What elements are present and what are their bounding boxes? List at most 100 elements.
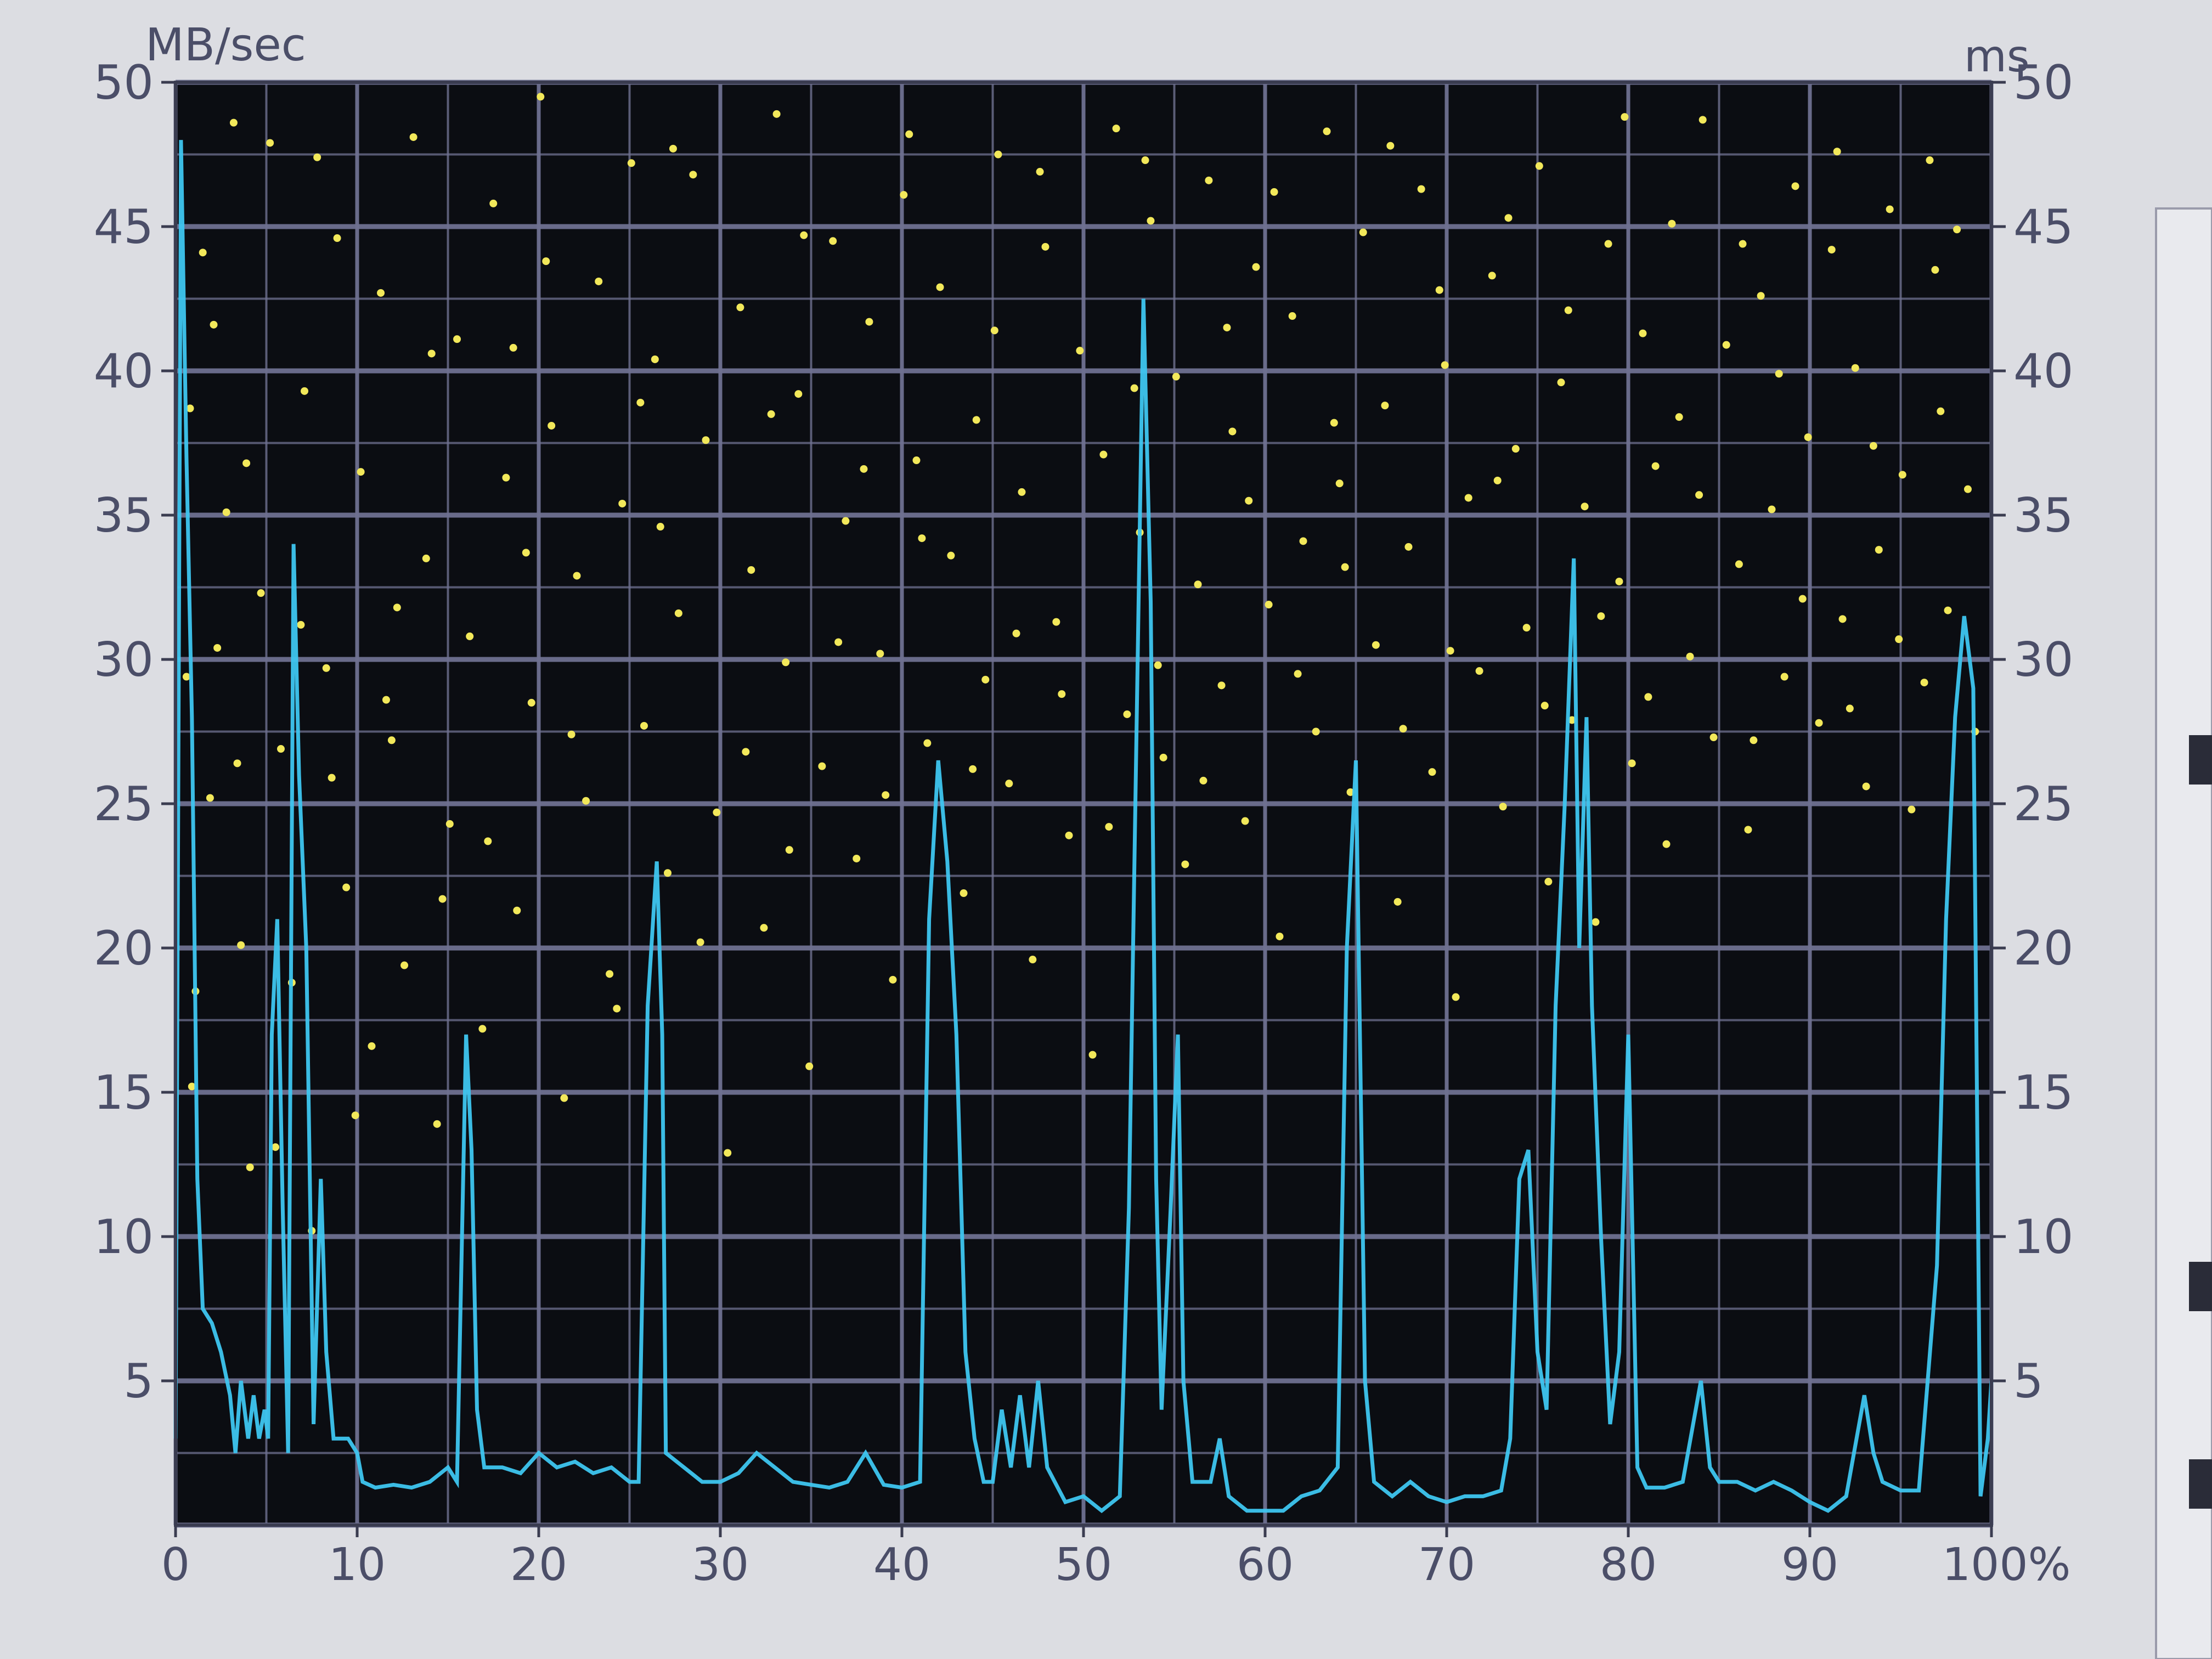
access-time-point-10 (276, 745, 285, 753)
access-time-point-155 (1963, 485, 1972, 493)
access-time-point-164 (393, 603, 401, 612)
access-time-point-227 (1739, 240, 1747, 248)
legend-swatch-1 (2189, 735, 2212, 785)
access-time-point-190 (1597, 612, 1605, 620)
y-left-tick-label-3: 20 (94, 921, 154, 976)
access-time-point-128 (1651, 462, 1660, 470)
access-time-point-31 (513, 906, 521, 915)
access-time-point-26 (453, 335, 461, 343)
y-left-tick-label-6: 35 (94, 488, 154, 543)
access-time-point-134 (1722, 341, 1730, 349)
access-time-point-184 (1294, 670, 1302, 678)
access-time-point-126 (1628, 759, 1636, 768)
access-time-point-131 (1686, 652, 1694, 661)
access-time-point-201 (636, 398, 645, 407)
access-time-point-138 (1768, 505, 1776, 514)
access-time-point-140 (1791, 182, 1799, 190)
access-time-point-76 (1041, 242, 1049, 251)
access-time-point-68 (947, 551, 955, 560)
access-time-point-29 (489, 199, 498, 207)
access-time-point-72 (994, 150, 1002, 159)
access-time-point-169 (613, 1005, 621, 1013)
access-time-point-211 (1775, 370, 1783, 378)
access-time-point-91 (1217, 681, 1226, 690)
access-time-point-163 (351, 1111, 359, 1120)
access-time-point-159 (242, 459, 251, 467)
access-time-point-28 (478, 1025, 487, 1033)
y-left-tick-label-1: 10 (94, 1210, 154, 1265)
access-time-point-183 (1245, 496, 1253, 505)
access-time-point-40 (618, 499, 627, 507)
access-time-point-61 (865, 318, 873, 326)
access-time-point-224 (1386, 142, 1395, 150)
access-time-point-110 (1441, 361, 1449, 369)
x-tick-label-9: 90 (1781, 1539, 1838, 1591)
access-time-point-33 (537, 93, 545, 101)
access-time-point-92 (1228, 427, 1237, 436)
access-time-point-124 (1604, 240, 1612, 248)
access-time-point-30 (502, 473, 510, 482)
access-time-point-103 (1359, 228, 1367, 236)
access-time-point-3 (206, 794, 214, 802)
access-time-point-14 (322, 664, 330, 672)
access-time-point-198 (233, 759, 241, 768)
access-time-point-168 (567, 730, 575, 738)
access-time-point-22 (409, 133, 417, 141)
access-time-point-95 (1265, 601, 1273, 609)
access-time-point-189 (1541, 702, 1549, 710)
access-time-point-63 (889, 975, 897, 984)
access-time-point-197 (1937, 407, 1945, 415)
access-time-point-221 (1036, 168, 1044, 176)
x-tick-label-0: 0 (161, 1539, 190, 1591)
y-left-tick-label-0: 5 (123, 1354, 154, 1409)
access-time-point-147 (1875, 546, 1883, 554)
access-time-point-41 (627, 159, 635, 167)
access-time-point-112 (1464, 494, 1472, 502)
access-time-point-66 (923, 739, 932, 747)
access-time-point-206 (1223, 324, 1231, 332)
access-time-point-194 (1798, 595, 1807, 603)
access-time-point-35 (560, 1094, 568, 1102)
access-time-point-42 (640, 721, 648, 730)
access-time-point-223 (1270, 188, 1278, 196)
x-tick-label-7: 70 (1418, 1539, 1475, 1591)
access-time-point-191 (1644, 693, 1652, 701)
y-axis-label-right: ms (1964, 31, 2030, 82)
y-left-tick-label-4: 25 (94, 777, 154, 832)
access-time-point-80 (1088, 1051, 1097, 1059)
y-left-tick-label-2: 15 (94, 1065, 154, 1120)
access-time-point-127 (1639, 329, 1647, 337)
access-time-point-86 (1159, 753, 1167, 761)
access-time-point-20 (387, 736, 396, 744)
access-time-point-139 (1780, 673, 1788, 681)
transfer-rate-benchmark-chart: 0 10 20 30 40 50 60 70 80 90 100% 5 10 15 20 25 30 35 40 45… (0, 0, 2212, 1659)
access-time-point-85 (1147, 217, 1155, 225)
access-time-point-158 (213, 644, 222, 652)
access-time-point-43 (651, 355, 659, 363)
access-time-point-7 (246, 1163, 254, 1171)
access-time-point-117 (1522, 624, 1531, 632)
access-time-point-203 (860, 465, 868, 473)
access-time-point-45 (674, 609, 682, 617)
access-time-point-225 (1504, 214, 1513, 222)
access-time-point-38 (595, 277, 603, 285)
access-time-point-151 (1920, 679, 1928, 687)
access-time-point-54 (782, 658, 790, 667)
chart-svg: 0 10 20 30 40 50 60 70 80 90 100% 5 10 15 20 25 30 35 40 45… (0, 0, 2212, 1659)
access-time-point-150 (1908, 805, 1916, 814)
side-panel (2155, 207, 2212, 1659)
access-time-point-57 (818, 762, 826, 770)
access-time-point-129 (1662, 840, 1671, 848)
y-right-tick-label-7: 40 (2013, 344, 2073, 399)
access-time-point-161 (297, 620, 305, 629)
access-time-point-74 (1018, 488, 1026, 496)
access-time-point-79 (1076, 347, 1084, 355)
access-time-point-229 (1926, 156, 1934, 165)
access-time-point-180 (1105, 823, 1113, 831)
access-time-point-108 (1417, 185, 1425, 193)
access-time-point-8 (257, 589, 265, 597)
access-time-point-152 (1931, 266, 1939, 274)
x-tick-label-10: 100% (1942, 1539, 2070, 1591)
access-time-point-101 (1335, 479, 1344, 488)
access-time-point-214 (210, 320, 218, 329)
